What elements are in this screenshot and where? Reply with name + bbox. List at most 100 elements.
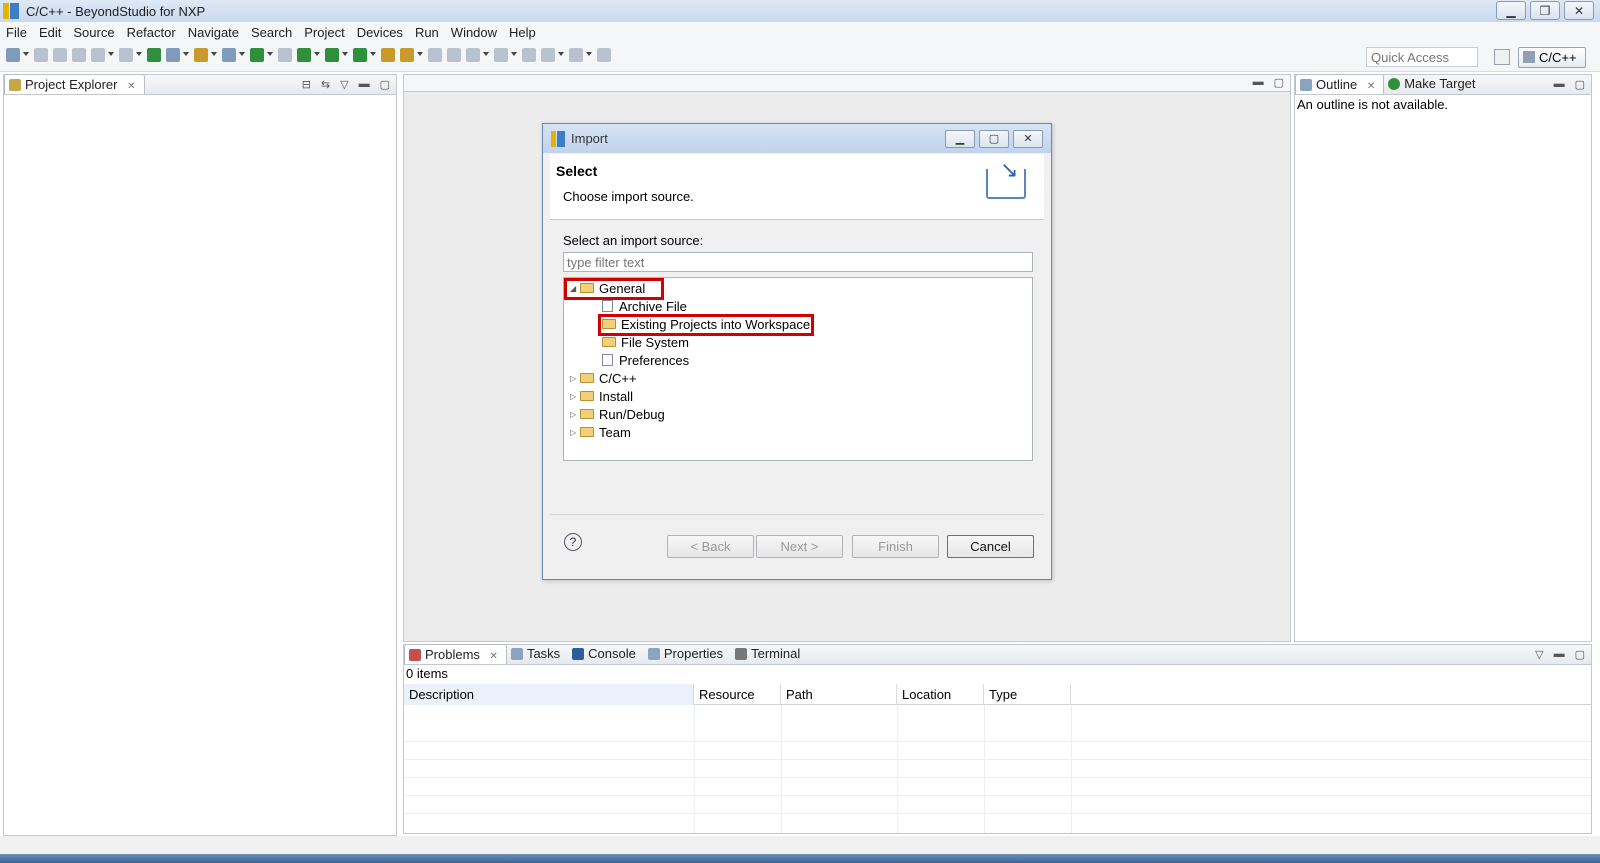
next-annotation-icon[interactable] <box>466 48 480 62</box>
hammer-icon[interactable] <box>119 48 133 62</box>
last-edit-icon[interactable] <box>522 48 536 62</box>
new-project-dropdown-icon[interactable] <box>183 52 189 58</box>
tab-console[interactable]: Console <box>568 644 644 664</box>
next-button[interactable]: Next > <box>756 535 843 558</box>
dialog-maximize-button[interactable]: ▢ <box>979 130 1009 148</box>
device-icon[interactable] <box>147 48 161 62</box>
tab-terminal[interactable]: Terminal <box>731 644 808 664</box>
column-path[interactable]: Path <box>781 684 897 705</box>
maximize-view-icon[interactable]: ▢ <box>380 78 390 91</box>
save-icon[interactable] <box>34 48 48 62</box>
new-folder-icon[interactable] <box>194 48 208 62</box>
tab-project-explorer[interactable]: Project Explorer ✕ <box>4 74 145 94</box>
tab-make-target[interactable]: Make Target <box>1384 74 1483 94</box>
menu-source[interactable]: Source <box>73 25 114 40</box>
close-button[interactable]: ✕ <box>1564 1 1594 20</box>
search-tool-dropdown-icon[interactable] <box>417 52 423 58</box>
view-menu-icon[interactable]: ▽ <box>340 78 348 91</box>
perspective-cpp-button[interactable]: C/C++ <box>1518 47 1586 68</box>
close-tab-icon[interactable]: ✕ <box>127 81 135 92</box>
maximize-view-icon[interactable]: ▢ <box>1575 648 1585 661</box>
new-folder-dropdown-icon[interactable] <box>211 52 217 58</box>
prev-annotation-dropdown-icon[interactable] <box>511 52 517 58</box>
hammer-dropdown-icon[interactable] <box>136 52 142 58</box>
menu-project[interactable]: Project <box>304 25 344 40</box>
menu-help[interactable]: Help <box>509 25 536 40</box>
minimize-view-icon[interactable]: ▬ <box>359 78 370 91</box>
link-editor-icon[interactable]: ⇆ <box>321 78 330 91</box>
minimize-view-icon[interactable]: ▬ <box>1554 648 1565 661</box>
dialog-minimize-button[interactable]: ▁ <box>945 130 975 148</box>
back-button[interactable]: < Back <box>667 535 754 558</box>
build-icon[interactable] <box>91 48 105 62</box>
tree-item-run-debug[interactable]: ▷ Run/Debug <box>570 405 665 423</box>
run-icon[interactable] <box>325 48 339 62</box>
print-icon[interactable] <box>72 48 86 62</box>
tab-tasks[interactable]: Tasks <box>507 644 568 664</box>
external-tools-icon[interactable] <box>353 48 367 62</box>
tab-problems[interactable]: Problems ✕ <box>404 644 507 664</box>
tab-properties[interactable]: Properties <box>644 644 731 664</box>
filter-input[interactable] <box>563 252 1033 272</box>
menu-search[interactable]: Search <box>251 25 292 40</box>
menu-navigate[interactable]: Navigate <box>188 25 239 40</box>
collapsed-arrow-icon[interactable]: ▷ <box>570 374 580 383</box>
maximize-view-icon[interactable]: ▢ <box>1575 78 1585 91</box>
tree-item-team[interactable]: ▷ Team <box>570 423 631 441</box>
menu-window[interactable]: Window <box>451 25 497 40</box>
cancel-button[interactable]: Cancel <box>947 535 1034 558</box>
search-tool-icon[interactable] <box>400 48 414 62</box>
collapse-all-icon[interactable]: ⊟ <box>302 78 311 91</box>
minimize-view-icon[interactable]: ▬ <box>1554 78 1565 91</box>
new-source-icon[interactable] <box>250 48 264 62</box>
minimize-editor-icon[interactable]: ▬ <box>1253 76 1264 89</box>
new-project-icon[interactable] <box>166 48 180 62</box>
help-icon[interactable]: ? <box>564 533 582 551</box>
new-dropdown-icon[interactable] <box>23 52 29 58</box>
tab-outline[interactable]: Outline ✕ <box>1295 74 1385 94</box>
collapsed-arrow-icon[interactable]: ▷ <box>570 410 580 419</box>
forward-icon[interactable] <box>569 48 583 62</box>
column-description[interactable]: Description <box>404 684 694 705</box>
pin-editor-icon[interactable] <box>597 48 611 62</box>
maximize-editor-icon[interactable]: ▢ <box>1274 76 1284 89</box>
open-perspective-icon[interactable] <box>1494 49 1510 65</box>
close-tab-icon[interactable]: ✕ <box>1367 81 1375 92</box>
next-annotation-dropdown-icon[interactable] <box>483 52 489 58</box>
finish-button[interactable]: Finish <box>852 535 939 558</box>
column-location[interactable]: Location <box>897 684 984 705</box>
view-menu-icon[interactable]: ▽ <box>1535 648 1543 661</box>
menu-run[interactable]: Run <box>415 25 439 40</box>
dialog-close-button[interactable]: ✕ <box>1013 130 1043 148</box>
debug-dropdown-icon[interactable] <box>314 52 320 58</box>
run-dropdown-icon[interactable] <box>342 52 348 58</box>
tree-item-preferences[interactable]: Preferences <box>602 351 689 369</box>
open-type-icon[interactable] <box>381 48 395 62</box>
new-class-dropdown-icon[interactable] <box>239 52 245 58</box>
debug-icon[interactable] <box>297 48 311 62</box>
minimize-button[interactable]: ▁ <box>1496 1 1526 20</box>
toggle-block-icon[interactable] <box>447 48 461 62</box>
menu-edit[interactable]: Edit <box>39 25 61 40</box>
column-type[interactable]: Type <box>984 684 1071 705</box>
back-icon[interactable] <box>541 48 555 62</box>
new-source-dropdown-icon[interactable] <box>267 52 273 58</box>
save-all-icon[interactable] <box>53 48 67 62</box>
skip-breakpoints-icon[interactable] <box>278 48 292 62</box>
back-dropdown-icon[interactable] <box>558 52 564 58</box>
tree-item-cpp[interactable]: ▷ C/C++ <box>570 369 637 387</box>
tree-item-install[interactable]: ▷ Install <box>570 387 633 405</box>
forward-dropdown-icon[interactable] <box>586 52 592 58</box>
close-tab-icon[interactable]: ✕ <box>490 651 498 662</box>
toggle-mark-icon[interactable] <box>428 48 442 62</box>
quick-access-input[interactable] <box>1366 47 1478 67</box>
restore-button[interactable]: ❐ <box>1530 1 1560 20</box>
column-resource[interactable]: Resource <box>694 684 781 705</box>
external-tools-dropdown-icon[interactable] <box>370 52 376 58</box>
build-dropdown-icon[interactable] <box>108 52 114 58</box>
new-class-icon[interactable] <box>222 48 236 62</box>
new-icon[interactable] <box>6 48 20 62</box>
menu-devices[interactable]: Devices <box>357 25 403 40</box>
prev-annotation-icon[interactable] <box>494 48 508 62</box>
collapsed-arrow-icon[interactable]: ▷ <box>570 428 580 437</box>
